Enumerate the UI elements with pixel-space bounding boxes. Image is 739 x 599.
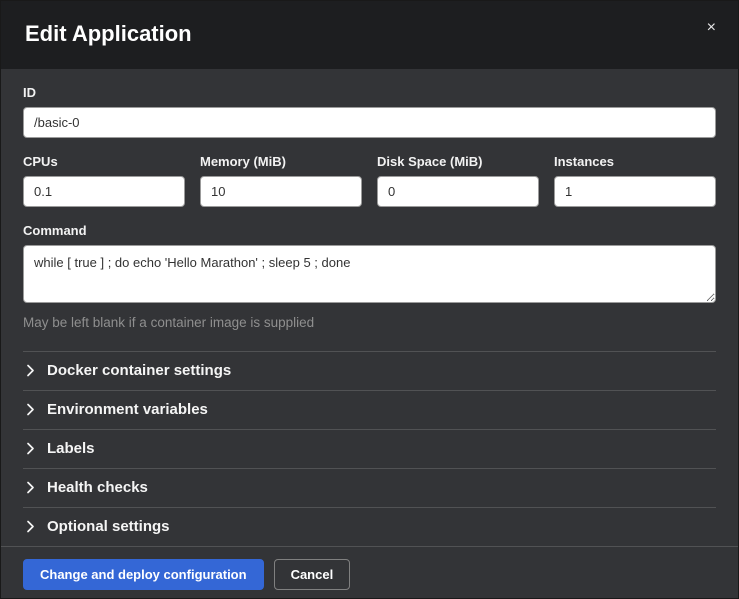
- cpus-field-group: CPUs: [23, 154, 185, 207]
- modal-footer: Change and deploy configuration Cancel: [1, 546, 738, 599]
- cpus-input[interactable]: [23, 176, 185, 207]
- disk-input[interactable]: [377, 176, 539, 207]
- change-and-deploy-button[interactable]: Change and deploy configuration: [23, 559, 264, 590]
- id-field-group: ID: [23, 85, 716, 138]
- chevron-right-icon: [25, 520, 35, 533]
- modal-header: Edit Application ×: [1, 1, 738, 69]
- section-label: Labels: [47, 440, 95, 457]
- chevron-right-icon: [25, 403, 35, 416]
- modal-body: ID CPUs Memory (MiB) Disk Space (MiB) In…: [1, 69, 738, 546]
- instances-label: Instances: [554, 154, 716, 169]
- id-label: ID: [23, 85, 716, 100]
- instances-field-group: Instances: [554, 154, 716, 207]
- section-docker-container-settings[interactable]: Docker container settings: [23, 351, 716, 390]
- id-input[interactable]: [23, 107, 716, 138]
- command-textarea[interactable]: while [ true ] ; do echo 'Hello Marathon…: [23, 245, 716, 303]
- cpus-label: CPUs: [23, 154, 185, 169]
- memory-label: Memory (MiB): [200, 154, 362, 169]
- modal-title: Edit Application: [25, 21, 714, 47]
- command-field-group: Command while [ true ] ; do echo 'Hello …: [23, 223, 716, 330]
- section-label: Environment variables: [47, 401, 208, 418]
- disk-field-group: Disk Space (MiB): [377, 154, 539, 207]
- instances-input[interactable]: [554, 176, 716, 207]
- cancel-button[interactable]: Cancel: [274, 559, 351, 590]
- command-help-text: May be left blank if a container image i…: [23, 315, 716, 330]
- chevron-right-icon: [25, 481, 35, 494]
- section-label: Optional settings: [47, 518, 170, 535]
- section-optional-settings[interactable]: Optional settings: [23, 507, 716, 546]
- edit-application-modal: Edit Application × ID CPUs Memory (MiB) …: [0, 0, 739, 599]
- section-label: Docker container settings: [47, 362, 231, 379]
- section-label: Health checks: [47, 479, 148, 496]
- resources-row: CPUs Memory (MiB) Disk Space (MiB) Insta…: [23, 154, 716, 207]
- section-labels[interactable]: Labels: [23, 429, 716, 468]
- memory-field-group: Memory (MiB): [200, 154, 362, 207]
- memory-input[interactable]: [200, 176, 362, 207]
- command-label: Command: [23, 223, 716, 238]
- chevron-right-icon: [25, 364, 35, 377]
- close-icon[interactable]: ×: [699, 16, 724, 40]
- section-health-checks[interactable]: Health checks: [23, 468, 716, 507]
- section-environment-variables[interactable]: Environment variables: [23, 390, 716, 429]
- collapsible-sections: Docker container settings Environment va…: [23, 351, 716, 546]
- disk-label: Disk Space (MiB): [377, 154, 539, 169]
- chevron-right-icon: [25, 442, 35, 455]
